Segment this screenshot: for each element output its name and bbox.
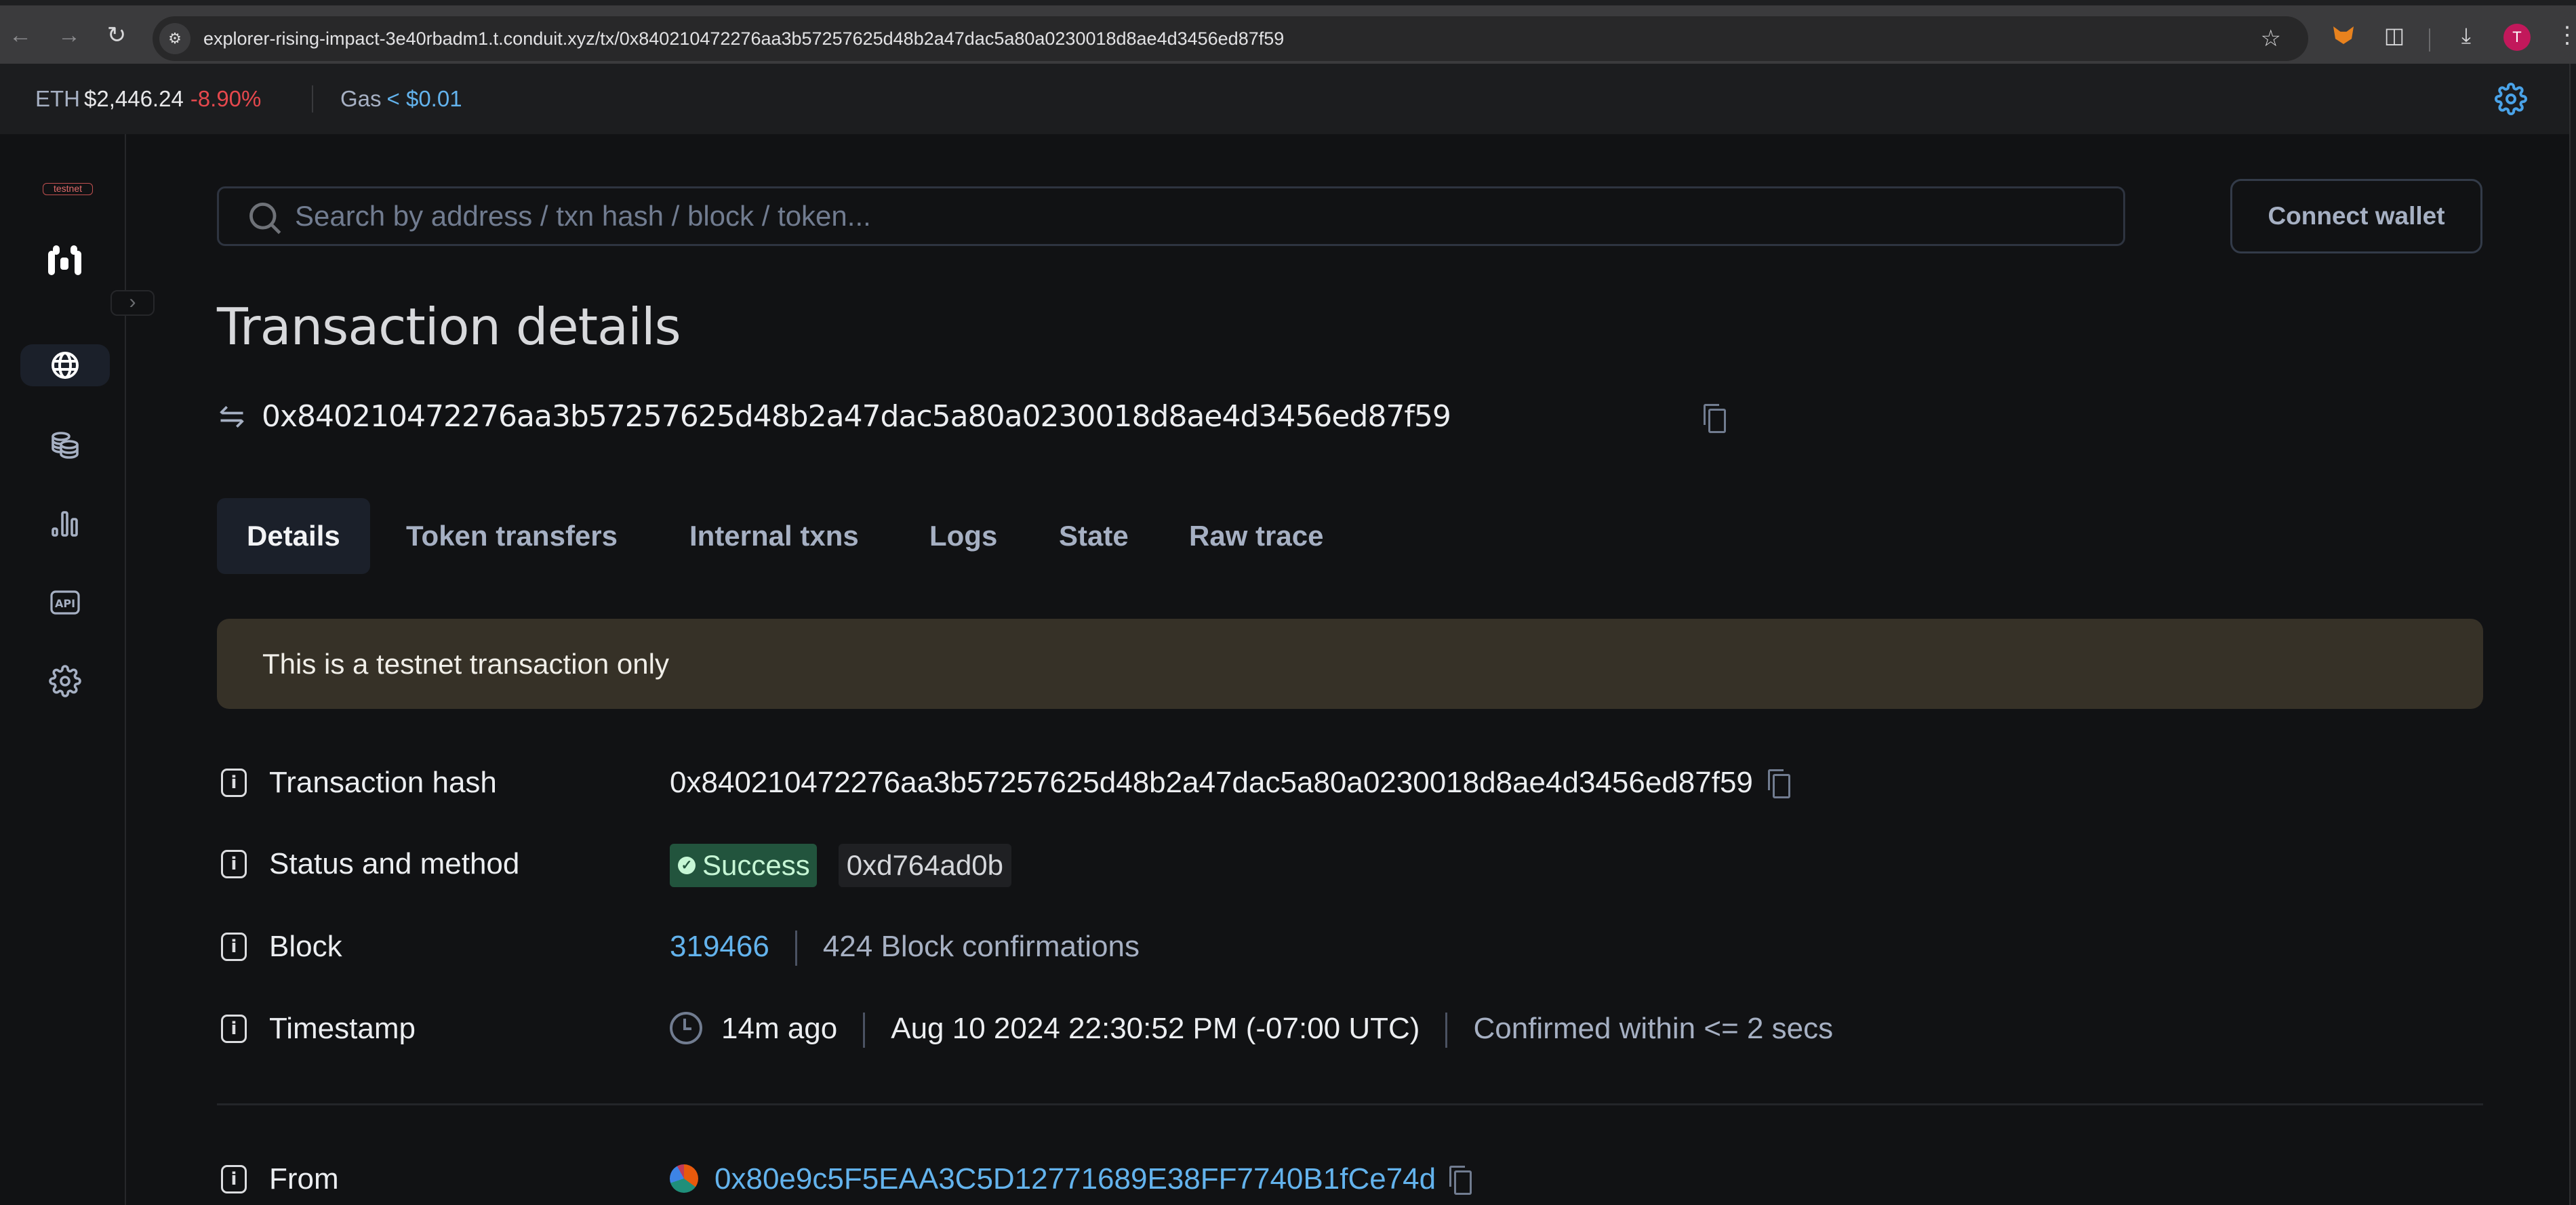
globe-icon bbox=[52, 352, 79, 379]
sidebar-item-blockchain[interactable] bbox=[20, 344, 110, 386]
bookmark-star-icon[interactable]: ☆ bbox=[2261, 16, 2281, 61]
download-icon[interactable]: ⤓ bbox=[2451, 20, 2481, 50]
coins-icon bbox=[52, 432, 79, 459]
info-icon[interactable] bbox=[221, 933, 247, 961]
reload-icon[interactable]: ↻ bbox=[102, 20, 132, 50]
row-value: 0x840210472276aa3b57257625d48b2a47dac5a8… bbox=[670, 759, 1790, 806]
browser-toolbar: ← → ↻ ⚙ explorer-rising-impact-3e40rbadm… bbox=[0, 5, 2576, 64]
method-badge: 0xd764ad0b bbox=[838, 844, 1011, 888]
clock-icon bbox=[670, 1012, 702, 1045]
tx-hash-title: 0x840210472276aa3b57257625d48b2a47dac5a8… bbox=[262, 399, 1451, 434]
sidebar-item-settings[interactable] bbox=[20, 660, 110, 702]
tab-details[interactable]: Details bbox=[217, 498, 370, 574]
more-menu-icon[interactable]: ⋮ bbox=[2556, 20, 2576, 50]
tab-logs[interactable]: Logs bbox=[900, 498, 1027, 574]
api-icon: API bbox=[50, 590, 80, 615]
separator bbox=[794, 931, 797, 966]
row-label: Transaction hash bbox=[269, 766, 497, 799]
connect-wallet-button[interactable]: Connect wallet bbox=[2230, 179, 2482, 253]
eth-price: ETH $2,446.24 -8.90% bbox=[35, 64, 261, 134]
detail-row-timestamp: Timestamp 14m ago Aug 10 2024 22:30:52 PM… bbox=[217, 1005, 2483, 1053]
sidebar-item-charts[interactable] bbox=[20, 502, 110, 544]
back-icon[interactable]: ← bbox=[5, 20, 35, 50]
block-confirmations: 424 Block confirmations bbox=[822, 930, 1140, 963]
info-icon[interactable] bbox=[221, 1165, 247, 1193]
row-value: 0x80e9c5F5EAA3C5D12771689E38FF7740B1fCe7… bbox=[670, 1156, 1472, 1203]
gas-label: Gas bbox=[340, 86, 382, 111]
status-badge: ✓ Success bbox=[670, 844, 817, 888]
sidebar: testnet API bbox=[0, 134, 126, 1205]
search-icon bbox=[249, 203, 281, 234]
info-icon[interactable] bbox=[221, 850, 247, 878]
url-text[interactable]: explorer-rising-impact-3e40rbadm1.t.cond… bbox=[203, 16, 1284, 61]
detail-row-status: Status and method ✓ Success 0xd764ad0b bbox=[217, 840, 2483, 888]
tab-internal-txns[interactable]: Internal txns bbox=[660, 498, 889, 574]
sidebar-item-api[interactable]: API bbox=[20, 581, 110, 624]
page-title: Transaction details bbox=[217, 297, 681, 356]
testnet-badge: testnet bbox=[43, 183, 93, 195]
row-label: From bbox=[269, 1162, 339, 1196]
browser-tab-strip bbox=[0, 0, 2576, 5]
timestamp-relative: 14m ago bbox=[721, 1012, 838, 1045]
page-scrollbar[interactable] bbox=[2569, 64, 2576, 1205]
row-value: 319466 424 Block confirmations bbox=[670, 923, 1140, 971]
infobar-divider bbox=[312, 85, 313, 113]
confirmation-time: Confirmed within <= 2 secs bbox=[1473, 1012, 1834, 1045]
row-value: ✓ Success 0xd764ad0b bbox=[670, 840, 1011, 888]
separator bbox=[863, 1013, 866, 1048]
row-value: 14m ago Aug 10 2024 22:30:52 PM (-07:00 U… bbox=[670, 1005, 1833, 1053]
forward-icon[interactable]: → bbox=[54, 20, 84, 50]
tx-hash-value: 0x840210472276aa3b57257625d48b2a47dac5a8… bbox=[670, 766, 1753, 799]
site-info-icon[interactable]: ⚙ bbox=[159, 23, 190, 54]
profile-avatar[interactable]: T bbox=[2503, 24, 2531, 51]
eth-label: ETH bbox=[35, 86, 80, 111]
settings-gear-icon[interactable] bbox=[2495, 83, 2527, 115]
gas-value[interactable]: < $0.01 bbox=[387, 86, 462, 111]
row-label: Block bbox=[269, 930, 342, 963]
copy-icon[interactable] bbox=[1704, 404, 1726, 433]
bar-chart-icon bbox=[52, 511, 78, 537]
gas-price: Gas < $0.01 bbox=[340, 64, 462, 134]
tab-state[interactable]: State bbox=[1029, 498, 1159, 574]
detail-row-from: From 0x80e9c5F5EAA3C5D12771689E38FF7740B… bbox=[217, 1156, 2483, 1203]
tab-raw-trace[interactable]: Raw trace bbox=[1159, 498, 1353, 574]
info-icon[interactable] bbox=[221, 769, 247, 797]
row-label: Timestamp bbox=[269, 1012, 416, 1045]
search-bar[interactable] bbox=[217, 186, 2125, 246]
row-label: Status and method bbox=[269, 847, 520, 880]
gear-icon bbox=[49, 665, 81, 697]
status-text: Success bbox=[702, 849, 810, 882]
search-input[interactable] bbox=[295, 188, 2057, 244]
detail-row-block: Block 319466 424 Block confirmations bbox=[217, 923, 2483, 971]
info-icon[interactable] bbox=[221, 1015, 247, 1043]
check-circle-icon: ✓ bbox=[678, 857, 696, 875]
svg-text:API: API bbox=[55, 597, 75, 610]
top-info-bar: ETH $2,446.24 -8.90% Gas < $0.01 bbox=[0, 64, 2569, 134]
banner-text: This is a testnet transaction only bbox=[262, 648, 669, 680]
tab-token-transfers[interactable]: Token transfers bbox=[376, 498, 647, 574]
timestamp-absolute: Aug 10 2024 22:30:52 PM (-07:00 UTC) bbox=[891, 1012, 1420, 1045]
sidebar-expand-button[interactable]: › bbox=[110, 290, 155, 316]
address-bar[interactable]: ⚙ explorer-rising-impact-3e40rbadm1.t.co… bbox=[153, 16, 2308, 61]
separator bbox=[1445, 1013, 1448, 1048]
toolbar-separator bbox=[2429, 28, 2430, 52]
copy-icon[interactable] bbox=[1449, 1166, 1472, 1196]
from-address-link[interactable]: 0x80e9c5F5EAA3C5D12771689E38FF7740B1fCe7… bbox=[715, 1162, 1436, 1196]
eth-price-change: -8.90% bbox=[190, 86, 262, 111]
conduit-logo[interactable] bbox=[47, 243, 83, 277]
sidebar-item-tokens[interactable] bbox=[20, 424, 110, 466]
metamask-fox-icon[interactable] bbox=[2329, 20, 2358, 50]
detail-row-tx-hash: Transaction hash 0x840210472276aa3b57257… bbox=[217, 759, 2483, 806]
block-number-link[interactable]: 319466 bbox=[670, 930, 769, 963]
section-divider bbox=[217, 1103, 2483, 1105]
copy-icon[interactable] bbox=[1767, 769, 1790, 799]
eth-price-value: $2,446.24 bbox=[84, 86, 184, 111]
swap-arrows-icon bbox=[220, 406, 244, 428]
testnet-warning-banner: This is a testnet transaction only bbox=[217, 619, 2483, 709]
address-identicon bbox=[670, 1164, 698, 1193]
extensions-puzzle-icon[interactable]: ◫ bbox=[2379, 20, 2409, 50]
